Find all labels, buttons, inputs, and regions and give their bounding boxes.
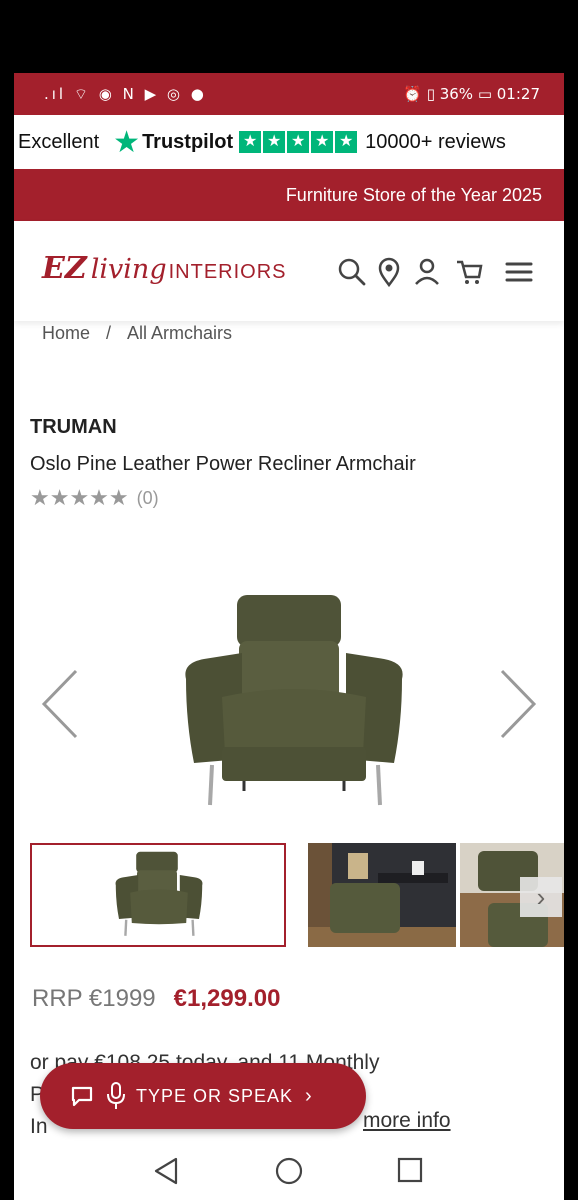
logo-ez: EZ [42,251,87,286]
product-rating[interactable]: ★★★★★ (0) [30,485,159,511]
type-or-speak-label: TYPE OR SPEAK [136,1085,294,1106]
more-info-link[interactable]: more info [363,1109,451,1133]
type-or-speak-button[interactable]: TYPE OR SPEAK › [40,1063,366,1129]
star-icon: ★ [335,131,358,153]
microphone-icon [107,1082,125,1109]
carousel-next-icon[interactable] [498,669,538,739]
location-pin-icon[interactable] [374,257,404,287]
phone-screen: .ıl ⌔ ◉ N ▶ ◎ ● ⏰ ▯ 36% ▭ 01:27 Excellen… [14,73,564,1200]
status-bar: .ıl ⌔ ◉ N ▶ ◎ ● ⏰ ▯ 36% ▭ 01:27 [14,73,564,115]
breadcrumb: Home / All Armchairs [42,323,232,344]
logo-living: living [90,254,167,285]
site-logo[interactable]: EZ living INTERIORS [42,251,287,286]
product-brand: TRUMAN [30,416,117,438]
breadcrumb-separator: / [106,323,112,343]
trustpilot-review-count: 10000+ reviews [365,130,506,153]
android-nav-bar [14,1150,564,1200]
rating-stars-icon: ★★★★★ [30,485,129,510]
hamburger-menu-icon[interactable] [504,257,534,287]
chat-bubble-icon [71,1086,93,1107]
thumbnail-room-image [308,843,456,947]
promo-text: Furniture Store of the Year 2025 [285,184,542,205]
product-main-image[interactable] [164,583,424,823]
product-title: Oslo Pine Leather Power Recliner Armchai… [30,453,416,475]
star-icon: ★ [287,131,310,153]
carousel-prev-icon[interactable] [40,669,80,739]
chevron-right-icon: › [305,1084,312,1107]
trustpilot-brand: Trustpilot [142,130,234,153]
home-circle-icon[interactable] [274,1156,304,1186]
site-header: EZ living INTERIORS [14,221,564,321]
recents-square-icon[interactable] [396,1156,424,1184]
breadcrumb-home[interactable]: Home [42,323,90,343]
thumbnail-1-selected[interactable] [30,843,286,947]
search-icon[interactable] [337,257,367,287]
promo-banner: Furniture Store of the Year 2025 [14,169,564,221]
status-icons-right: ⏰ ▯ 36% ▭ 01:27 [403,85,540,103]
rrp-price: RRP €1999 [32,985,156,1012]
user-icon[interactable] [412,257,442,287]
logo-interiors: INTERIORS [168,261,287,283]
thumbnail-next-icon[interactable]: › [520,877,562,917]
sale-price: €1,299.00 [173,985,281,1012]
star-icon: ★ [311,131,334,153]
trustpilot-rating-word: Excellent [18,130,100,153]
star-icon: ★ [239,131,262,153]
cart-icon[interactable] [454,257,484,287]
price-block: RRP €1999 €1,299.00 [32,985,280,1013]
thumbnail-strip: › [30,843,564,949]
trustpilot-stars: ★ ★ ★ ★ ★ [239,131,359,153]
review-count: (0) [136,487,159,508]
back-triangle-icon[interactable] [152,1156,180,1186]
trustpilot-bar[interactable]: Excellent ★ Trustpilot ★ ★ ★ ★ ★ 10000+ … [14,115,564,169]
star-icon: ★ [263,131,286,153]
status-icons-left: .ıl ⌔ ◉ N ▶ ◎ ● [44,85,207,103]
breadcrumb-current[interactable]: All Armchairs [127,323,232,343]
thumbnail-2[interactable] [308,843,456,947]
trustpilot-star-icon: ★ [113,125,141,159]
thumbnail-armchair-image [115,851,203,936]
